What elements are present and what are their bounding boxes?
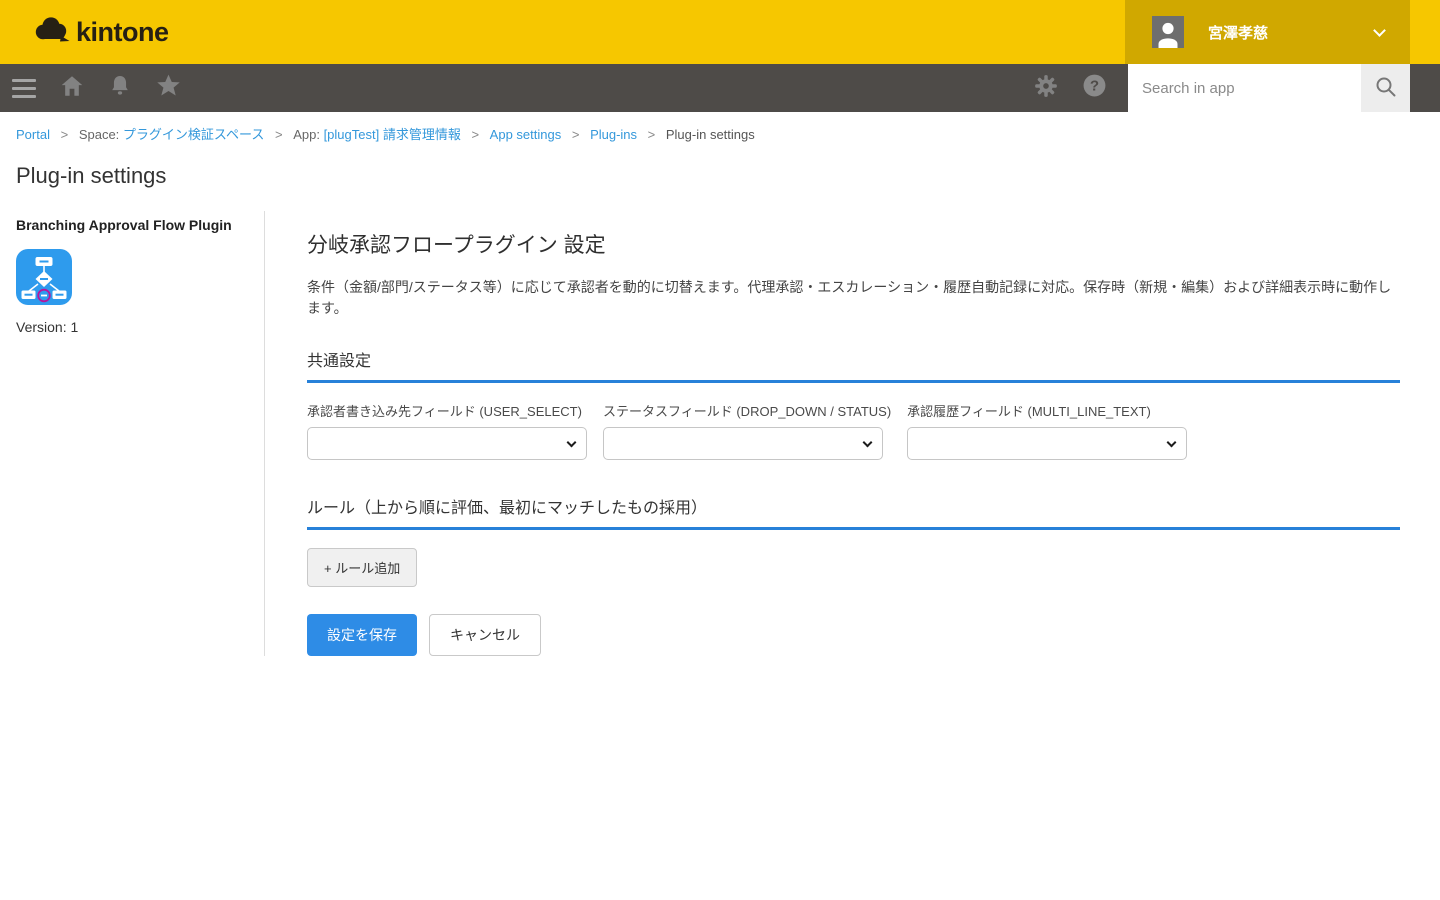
gear-icon bbox=[1033, 73, 1059, 104]
breadcrumb-app-prefix: App: bbox=[293, 127, 323, 142]
help-button[interactable]: ? bbox=[1070, 64, 1118, 112]
search-button[interactable] bbox=[1361, 64, 1410, 112]
app-search bbox=[1128, 64, 1410, 112]
rules-heading: ルール（上から順に評価、最初にマッチしたもの採用） bbox=[307, 494, 1400, 530]
settings-button[interactable] bbox=[1022, 64, 1070, 112]
plugin-settings-main: 分岐承認フロープラグイン 設定 条件（金額/部門/ステータス等）に応じて承認者を… bbox=[265, 211, 1400, 656]
common-settings-fields: 承認者書き込み先フィールド (USER_SELECT) ステータスフィールド (… bbox=[307, 401, 1400, 460]
plugin-icon bbox=[16, 249, 72, 305]
user-menu[interactable]: 宮澤孝慈 bbox=[1125, 0, 1410, 64]
home-button[interactable] bbox=[48, 64, 96, 112]
star-icon bbox=[155, 72, 182, 104]
history-field-group: 承認履歴フィールド (MULTI_LINE_TEXT) bbox=[907, 401, 1187, 460]
breadcrumb: Portal > Space: プラグイン検証スペース > App: [plug… bbox=[0, 112, 1440, 143]
menu-button[interactable] bbox=[0, 64, 48, 112]
plugin-version: Version: 1 bbox=[16, 319, 264, 335]
hamburger-icon bbox=[12, 79, 36, 98]
breadcrumb-current: Plug-in settings bbox=[666, 127, 755, 142]
home-icon bbox=[59, 73, 85, 104]
chevron-down-icon bbox=[1373, 24, 1386, 37]
svg-text:?: ? bbox=[1089, 78, 1098, 95]
main-navbar: ? bbox=[0, 64, 1440, 112]
status-field-group: ステータスフィールド (DROP_DOWN / STATUS) bbox=[603, 401, 891, 460]
save-button[interactable]: 設定を保存 bbox=[307, 614, 417, 656]
user-name: 宮澤孝慈 bbox=[1208, 22, 1268, 43]
status-field-select[interactable] bbox=[603, 427, 883, 460]
breadcrumb-portal[interactable]: Portal bbox=[16, 127, 50, 142]
kintone-logo[interactable]: kintone bbox=[32, 15, 169, 50]
breadcrumb-app[interactable]: [plugTest] 請求管理情報 bbox=[324, 127, 461, 142]
approver-field-select[interactable] bbox=[307, 427, 587, 460]
settings-description: 条件（金額/部門/ステータス等）に応じて承認者を動的に切替えます。代理承認・エス… bbox=[307, 277, 1400, 319]
cloud-logo-icon bbox=[32, 15, 70, 50]
history-field-label: 承認履歴フィールド (MULTI_LINE_TEXT) bbox=[907, 401, 1187, 420]
breadcrumb-space[interactable]: プラグイン検証スペース bbox=[123, 127, 264, 142]
page-title: Plug-in settings bbox=[0, 143, 1440, 211]
notifications-button[interactable] bbox=[96, 64, 144, 112]
breadcrumb-space-prefix: Space: bbox=[79, 127, 123, 142]
bell-icon bbox=[107, 73, 133, 104]
search-input[interactable] bbox=[1128, 64, 1361, 112]
top-header: kintone 宮澤孝慈 bbox=[0, 0, 1440, 64]
favorites-button[interactable] bbox=[144, 64, 192, 112]
action-buttons: 設定を保存 キャンセル bbox=[307, 614, 1400, 656]
plugin-sidebar: Branching Approval Flow Plugin bbox=[16, 211, 265, 656]
history-field-select[interactable] bbox=[907, 427, 1187, 460]
search-icon bbox=[1374, 75, 1398, 102]
content: Branching Approval Flow Plugin bbox=[0, 211, 1440, 656]
add-rule-button[interactable]: + ルール追加 bbox=[307, 548, 417, 587]
approver-field-label: 承認者書き込み先フィールド (USER_SELECT) bbox=[307, 401, 587, 420]
plugin-name: Branching Approval Flow Plugin bbox=[16, 217, 264, 233]
breadcrumb-app-settings[interactable]: App settings bbox=[490, 127, 562, 142]
logo-wordmark: kintone bbox=[76, 17, 169, 48]
common-settings-heading: 共通設定 bbox=[307, 347, 1400, 383]
approver-field-group: 承認者書き込み先フィールド (USER_SELECT) bbox=[307, 401, 587, 460]
status-field-label: ステータスフィールド (DROP_DOWN / STATUS) bbox=[603, 401, 891, 420]
cancel-button[interactable]: キャンセル bbox=[429, 614, 541, 656]
user-avatar bbox=[1152, 16, 1184, 48]
settings-title: 分岐承認フロープラグイン 設定 bbox=[307, 229, 1400, 259]
breadcrumb-plugins[interactable]: Plug-ins bbox=[590, 127, 637, 142]
help-icon: ? bbox=[1082, 73, 1107, 103]
